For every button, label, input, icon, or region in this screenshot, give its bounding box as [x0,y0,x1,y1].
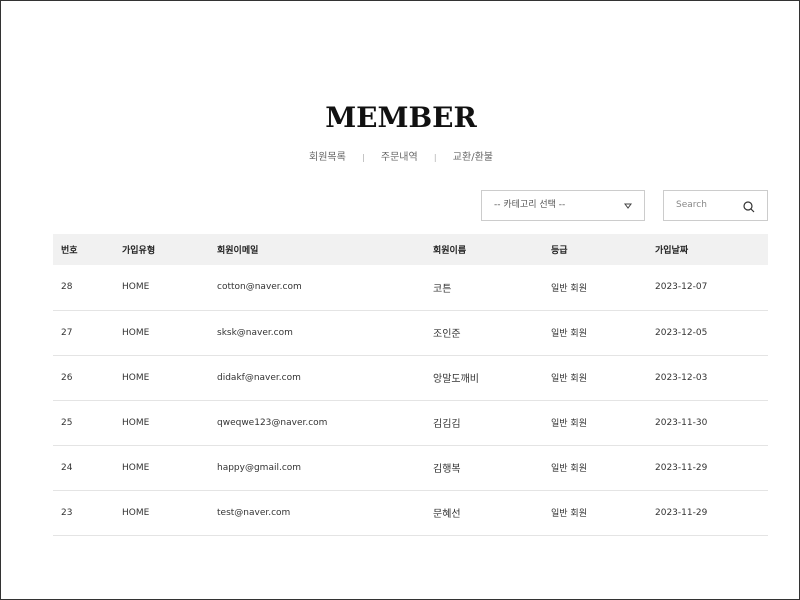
cell-name: 문혜선 [433,509,461,520]
cell-signup-date: 2023-12-07 [655,282,708,293]
page-frame: MEMBER 회원목록 | 주문내역 | 교환/환불 -- 카테고리 선택 --… [0,0,800,600]
member-table: 번호 가입유형 회원이메일 회원이름 등급 가입날짜 28 HOME cotto… [53,234,768,536]
header-name: 회원이름 [433,246,467,256]
header-grade: 등급 [551,246,568,256]
cell-email: test@naver.com [217,507,291,518]
subnav-member-list[interactable]: 회원목록 [309,152,346,163]
cell-signup-date: 2023-11-29 [655,507,708,518]
search-input[interactable] [676,200,736,210]
cell-name: 조인준 [433,329,461,340]
cell-signup-date: 2023-12-03 [655,372,708,383]
table-row[interactable]: 25 HOME qweqwe123@naver.com 김김김 일반 회원 20… [53,400,768,445]
cell-number: 27 [61,327,73,338]
page-title: MEMBER [325,101,477,134]
table-row[interactable]: 26 HOME didakf@naver.com 앙말도깨비 일반 회원 202… [53,355,768,400]
cell-grade: 일반 회원 [551,283,587,294]
cell-number: 25 [61,417,73,428]
table-row[interactable]: 23 HOME test@naver.com 문혜선 일반 회원 2023-11… [53,490,768,535]
chevron-down-icon [624,203,632,209]
cell-grade: 일반 회원 [551,464,587,474]
cell-signup-type: HOME [122,507,150,518]
header-signup-type: 가입유형 [122,246,156,256]
cell-number: 26 [61,372,73,383]
cell-grade: 일반 회원 [551,419,587,429]
category-select-value: -- 카테고리 선택 -- [494,200,566,210]
header-number: 번호 [61,246,78,256]
table-header-row: 번호 가입유형 회원이메일 회원이름 등급 가입날짜 [53,234,768,265]
search-box [663,190,768,221]
subnav-separator: | [362,153,365,162]
table-row[interactable]: 28 HOME cotton@naver.com 코튼 일반 회원 2023-1… [53,265,768,310]
table-row[interactable]: 24 HOME happy@gmail.com 김행복 일반 회원 2023-1… [53,445,768,490]
category-select[interactable]: -- 카테고리 선택 -- [481,190,645,221]
search-icon[interactable] [743,201,755,213]
cell-email: didakf@naver.com [217,372,301,383]
cell-number: 28 [61,282,73,293]
cell-signup-type: HOME [122,327,150,338]
cell-name: 코튼 [433,283,452,295]
cell-signup-date: 2023-11-29 [655,462,708,473]
cell-signup-type: HOME [122,372,150,383]
cell-signup-date: 2023-11-30 [655,417,708,428]
cell-email: cotton@naver.com [217,282,302,293]
header-email: 회원이메일 [217,246,259,256]
cell-number: 24 [61,462,73,473]
cell-email: qweqwe123@naver.com [217,417,328,428]
cell-signup-type: HOME [122,462,150,473]
cell-grade: 일반 회원 [551,509,587,519]
subnav-exchange-refund[interactable]: 교환/환불 [453,152,493,163]
header-signup-date: 가입날짜 [655,246,689,256]
cell-name: 앙말도깨비 [433,374,479,385]
member-subnav: 회원목록 | 주문내역 | 교환/환불 [1,148,800,163]
cell-signup-type: HOME [122,282,150,293]
cell-name: 김김김 [433,419,461,430]
cell-email: sksk@naver.com [217,327,293,338]
subnav-order-history[interactable]: 주문내역 [381,152,418,163]
cell-signup-type: HOME [122,417,150,428]
cell-grade: 일반 회원 [551,329,587,339]
cell-signup-date: 2023-12-05 [655,327,708,338]
cell-grade: 일반 회원 [551,374,587,384]
cell-email: happy@gmail.com [217,462,302,473]
table-row[interactable]: 27 HOME sksk@naver.com 조인준 일반 회원 2023-12… [53,310,768,355]
subnav-separator: | [433,153,437,162]
cell-name: 김행복 [433,464,461,475]
cell-number: 23 [61,507,73,518]
